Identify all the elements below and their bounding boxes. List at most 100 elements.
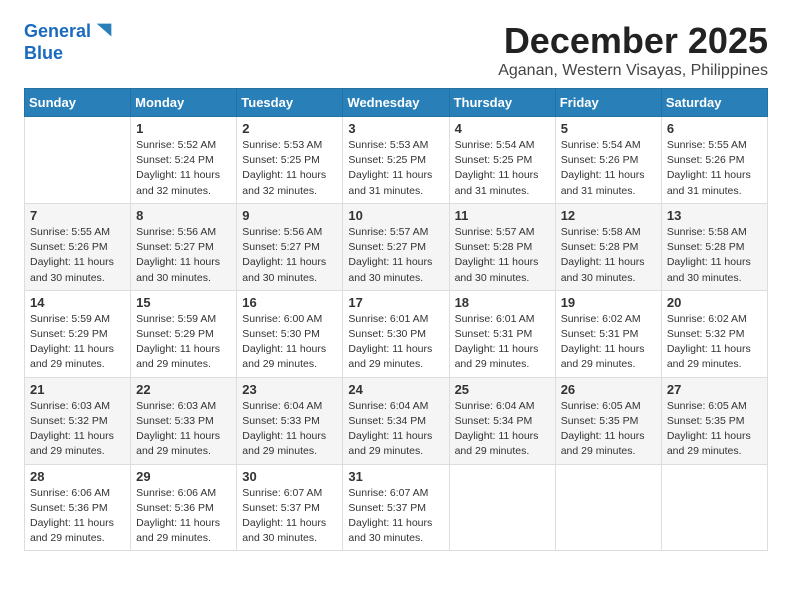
calendar-cell xyxy=(555,464,661,551)
weekday-header-row: SundayMondayTuesdayWednesdayThursdayFrid… xyxy=(25,89,768,117)
calendar-cell: 31 Sunrise: 6:07 AMSunset: 5:37 PMDayligh… xyxy=(343,464,449,551)
day-number: 13 xyxy=(667,208,762,223)
day-info: Sunrise: 5:59 AMSunset: 5:29 PMDaylight:… xyxy=(136,312,231,373)
day-number: 24 xyxy=(348,382,443,397)
day-info: Sunrise: 5:54 AMSunset: 5:26 PMDaylight:… xyxy=(561,138,656,199)
calendar-cell: 24 Sunrise: 6:04 AMSunset: 5:34 PMDayligh… xyxy=(343,377,449,464)
calendar: SundayMondayTuesdayWednesdayThursdayFrid… xyxy=(24,88,768,551)
day-number: 25 xyxy=(455,382,550,397)
day-number: 3 xyxy=(348,121,443,136)
calendar-cell: 26 Sunrise: 6:05 AMSunset: 5:35 PMDayligh… xyxy=(555,377,661,464)
day-number: 4 xyxy=(455,121,550,136)
day-info: Sunrise: 6:04 AMSunset: 5:34 PMDaylight:… xyxy=(455,399,550,460)
calendar-cell: 1Sunrise: 5:52 AMSunset: 5:24 PMDaylight… xyxy=(131,117,237,204)
day-info: Sunrise: 6:07 AMSunset: 5:37 PMDaylight:… xyxy=(242,486,337,547)
day-number: 10 xyxy=(348,208,443,223)
logo-icon xyxy=(93,20,115,42)
day-info: Sunrise: 6:07 AMSunset: 5:37 PMDaylight:… xyxy=(348,486,443,547)
day-number: 31 xyxy=(348,469,443,484)
calendar-cell: 16 Sunrise: 6:00 AMSunset: 5:30 PMDayligh… xyxy=(237,290,343,377)
day-number: 1 xyxy=(136,121,231,136)
weekday-header-saturday: Saturday xyxy=(661,89,767,117)
day-info: Sunrise: 6:03 AMSunset: 5:33 PMDaylight:… xyxy=(136,399,231,460)
day-info: Sunrise: 6:06 AMSunset: 5:36 PMDaylight:… xyxy=(30,486,125,547)
calendar-cell: 27Sunrise: 6:05 AMSunset: 5:35 PMDayligh… xyxy=(661,377,767,464)
day-info: Sunrise: 6:00 AMSunset: 5:30 PMDaylight:… xyxy=(242,312,337,373)
calendar-cell: 8Sunrise: 5:56 AMSunset: 5:27 PMDaylight… xyxy=(131,203,237,290)
day-number: 18 xyxy=(455,295,550,310)
calendar-week-row: 21 Sunrise: 6:03 AMSunset: 5:32 PMDayligh… xyxy=(25,377,768,464)
calendar-cell: 3 Sunrise: 5:53 AMSunset: 5:25 PMDaylight… xyxy=(343,117,449,204)
day-number: 26 xyxy=(561,382,656,397)
calendar-cell xyxy=(449,464,555,551)
day-info: Sunrise: 6:03 AMSunset: 5:32 PMDaylight:… xyxy=(30,399,125,460)
logo: General Blue xyxy=(24,20,115,64)
day-number: 20 xyxy=(667,295,762,310)
calendar-week-row: 1Sunrise: 5:52 AMSunset: 5:24 PMDaylight… xyxy=(25,117,768,204)
day-number: 6 xyxy=(667,121,762,136)
day-number: 28 xyxy=(30,469,125,484)
logo-text: General xyxy=(24,22,91,42)
day-number: 2 xyxy=(242,121,337,136)
calendar-cell: 6 Sunrise: 5:55 AMSunset: 5:26 PMDaylight… xyxy=(661,117,767,204)
day-number: 12 xyxy=(561,208,656,223)
day-number: 15 xyxy=(136,295,231,310)
day-info: Sunrise: 5:57 AMSunset: 5:27 PMDaylight:… xyxy=(348,225,443,286)
calendar-cell: 10 Sunrise: 5:57 AMSunset: 5:27 PMDayligh… xyxy=(343,203,449,290)
calendar-cell xyxy=(25,117,131,204)
calendar-cell: 4 Sunrise: 5:54 AMSunset: 5:25 PMDaylight… xyxy=(449,117,555,204)
calendar-cell: 11Sunrise: 5:57 AMSunset: 5:28 PMDayligh… xyxy=(449,203,555,290)
day-info: Sunrise: 5:58 AMSunset: 5:28 PMDaylight:… xyxy=(561,225,656,286)
day-number: 30 xyxy=(242,469,337,484)
logo-blue-text: Blue xyxy=(24,44,115,64)
day-number: 9 xyxy=(242,208,337,223)
day-number: 16 xyxy=(242,295,337,310)
weekday-header-sunday: Sunday xyxy=(25,89,131,117)
day-number: 21 xyxy=(30,382,125,397)
weekday-header-thursday: Thursday xyxy=(449,89,555,117)
day-info: Sunrise: 5:58 AMSunset: 5:28 PMDaylight:… xyxy=(667,225,762,286)
day-info: Sunrise: 6:05 AMSunset: 5:35 PMDaylight:… xyxy=(667,399,762,460)
day-info: Sunrise: 6:06 AMSunset: 5:36 PMDaylight:… xyxy=(136,486,231,547)
calendar-week-row: 28 Sunrise: 6:06 AMSunset: 5:36 PMDayligh… xyxy=(25,464,768,551)
day-number: 19 xyxy=(561,295,656,310)
calendar-cell: 22Sunrise: 6:03 AMSunset: 5:33 PMDayligh… xyxy=(131,377,237,464)
weekday-header-friday: Friday xyxy=(555,89,661,117)
calendar-cell: 5 Sunrise: 5:54 AMSunset: 5:26 PMDaylight… xyxy=(555,117,661,204)
day-info: Sunrise: 6:01 AMSunset: 5:31 PMDaylight:… xyxy=(455,312,550,373)
title-section: December 2025 Aganan, Western Visayas, P… xyxy=(498,20,768,80)
weekday-header-wednesday: Wednesday xyxy=(343,89,449,117)
calendar-cell: 12 Sunrise: 5:58 AMSunset: 5:28 PMDayligh… xyxy=(555,203,661,290)
weekday-header-monday: Monday xyxy=(131,89,237,117)
day-number: 7 xyxy=(30,208,125,223)
day-info: Sunrise: 6:04 AMSunset: 5:34 PMDaylight:… xyxy=(348,399,443,460)
day-number: 5 xyxy=(561,121,656,136)
day-info: Sunrise: 6:05 AMSunset: 5:35 PMDaylight:… xyxy=(561,399,656,460)
calendar-cell: 20Sunrise: 6:02 AMSunset: 5:32 PMDayligh… xyxy=(661,290,767,377)
day-info: Sunrise: 5:54 AMSunset: 5:25 PMDaylight:… xyxy=(455,138,550,199)
calendar-cell: 2 Sunrise: 5:53 AMSunset: 5:25 PMDaylight… xyxy=(237,117,343,204)
day-number: 17 xyxy=(348,295,443,310)
day-info: Sunrise: 6:01 AMSunset: 5:30 PMDaylight:… xyxy=(348,312,443,373)
day-info: Sunrise: 6:04 AMSunset: 5:33 PMDaylight:… xyxy=(242,399,337,460)
day-info: Sunrise: 5:55 AMSunset: 5:26 PMDaylight:… xyxy=(30,225,125,286)
day-info: Sunrise: 5:55 AMSunset: 5:26 PMDaylight:… xyxy=(667,138,762,199)
calendar-cell: 28 Sunrise: 6:06 AMSunset: 5:36 PMDayligh… xyxy=(25,464,131,551)
day-info: Sunrise: 5:56 AMSunset: 5:27 PMDaylight:… xyxy=(242,225,337,286)
day-info: Sunrise: 5:53 AMSunset: 5:25 PMDaylight:… xyxy=(348,138,443,199)
calendar-cell: 15 Sunrise: 5:59 AMSunset: 5:29 PMDayligh… xyxy=(131,290,237,377)
month-year: December 2025 xyxy=(498,20,768,62)
calendar-cell: 30 Sunrise: 6:07 AMSunset: 5:37 PMDayligh… xyxy=(237,464,343,551)
calendar-cell: 29 Sunrise: 6:06 AMSunset: 5:36 PMDayligh… xyxy=(131,464,237,551)
calendar-cell: 25 Sunrise: 6:04 AMSunset: 5:34 PMDayligh… xyxy=(449,377,555,464)
day-number: 23 xyxy=(242,382,337,397)
calendar-cell: 9 Sunrise: 5:56 AMSunset: 5:27 PMDaylight… xyxy=(237,203,343,290)
calendar-week-row: 14Sunrise: 5:59 AMSunset: 5:29 PMDayligh… xyxy=(25,290,768,377)
day-info: Sunrise: 6:02 AMSunset: 5:31 PMDaylight:… xyxy=(561,312,656,373)
day-info: Sunrise: 5:53 AMSunset: 5:25 PMDaylight:… xyxy=(242,138,337,199)
calendar-cell: 7 Sunrise: 5:55 AMSunset: 5:26 PMDaylight… xyxy=(25,203,131,290)
calendar-cell: 17 Sunrise: 6:01 AMSunset: 5:30 PMDayligh… xyxy=(343,290,449,377)
weekday-header-tuesday: Tuesday xyxy=(237,89,343,117)
day-number: 29 xyxy=(136,469,231,484)
day-info: Sunrise: 5:59 AMSunset: 5:29 PMDaylight:… xyxy=(30,312,125,373)
